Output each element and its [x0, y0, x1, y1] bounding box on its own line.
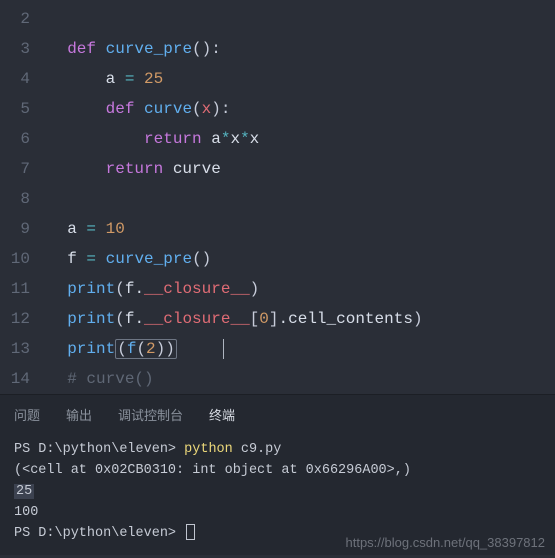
tab-output[interactable]: 输出 [66, 405, 92, 424]
terminal-line: 25 [14, 482, 541, 503]
line-number: 2 [0, 4, 30, 34]
watermark: https://blog.csdn.net/qq_38397812 [346, 535, 546, 550]
terminal-line: PS D:\python\eleven> python c9.py [14, 440, 541, 461]
code-line: return a*x*x [48, 124, 555, 154]
code-line: print(f.__closure__) [48, 274, 555, 304]
code-line [48, 4, 555, 34]
code-line: return curve [48, 154, 555, 184]
terminal-cursor-icon [186, 524, 195, 540]
line-number: 10 [0, 244, 30, 274]
line-number: 4 [0, 64, 30, 94]
text-cursor-icon [223, 339, 224, 359]
line-number: 7 [0, 154, 30, 184]
line-number: 8 [0, 184, 30, 214]
code-line: def curve_pre(): [48, 34, 555, 64]
line-number: 12 [0, 304, 30, 334]
code-area[interactable]: def curve_pre(): a = 25 def curve(x): re… [48, 4, 555, 394]
line-number: 3 [0, 34, 30, 64]
tab-debug-console[interactable]: 调试控制台 [118, 405, 183, 424]
line-number: 11 [0, 274, 30, 304]
code-editor[interactable]: 2 3 4 5 6 7 8 9 10 11 12 13 14 def curve… [0, 0, 555, 394]
line-number: 14 [0, 364, 30, 394]
line-gutter: 2 3 4 5 6 7 8 9 10 11 12 13 14 [0, 4, 48, 394]
line-number: 6 [0, 124, 30, 154]
code-line [48, 184, 555, 214]
panel-tabbar: 问题 输出 调试控制台 终端 [0, 394, 555, 432]
code-line: print(f(2)) [48, 334, 555, 364]
tab-problems[interactable]: 问题 [14, 405, 40, 424]
code-line: a = 25 [48, 64, 555, 94]
code-line: a = 10 [48, 214, 555, 244]
code-line: def curve(x): [48, 94, 555, 124]
terminal-line: (<cell at 0x02CB0310: int object at 0x66… [14, 461, 541, 482]
code-line: # curve() [48, 364, 555, 394]
line-number: 9 [0, 214, 30, 244]
code-line: f = curve_pre() [48, 244, 555, 274]
tab-terminal[interactable]: 终端 [209, 405, 235, 424]
line-number: 13 [0, 334, 30, 364]
code-line: print(f.__closure__[0].cell_contents) [48, 304, 555, 334]
line-number: 5 [0, 94, 30, 124]
terminal-line: 100 [14, 503, 541, 524]
selected-text: 25 [14, 484, 34, 499]
